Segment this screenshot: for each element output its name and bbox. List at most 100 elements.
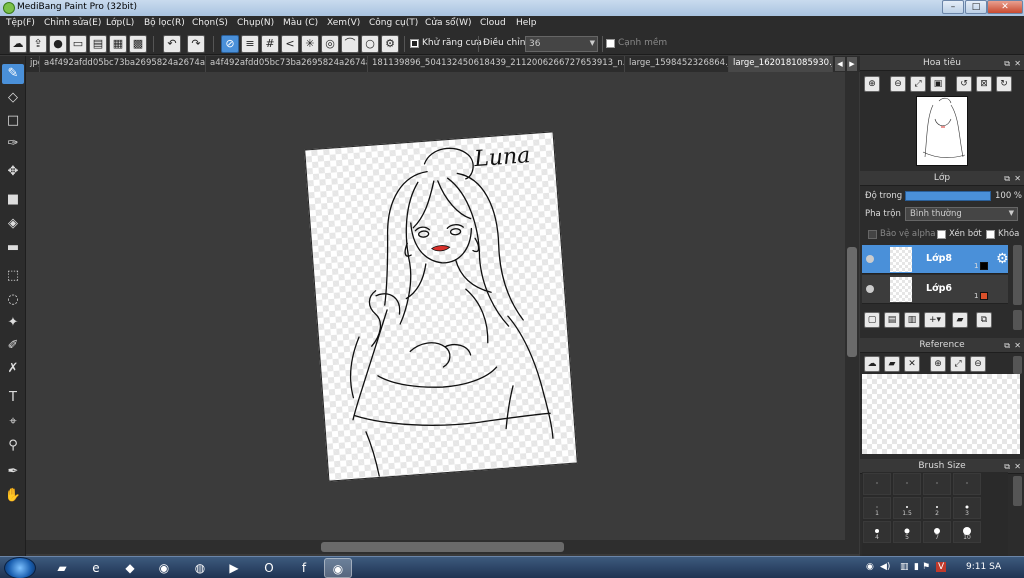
dot-tool-icon[interactable]: □: [2, 111, 24, 131]
close-button[interactable]: ✕: [987, 0, 1023, 14]
select-tool-icon[interactable]: ⬚: [2, 266, 24, 286]
no-snap-icon[interactable]: ⊘: [221, 35, 239, 53]
menu-file[interactable]: Tệp(F): [6, 18, 35, 28]
canvas-area[interactable]: Luna: [26, 72, 859, 540]
vertical-scrollbar[interactable]: [845, 72, 859, 540]
drawing-canvas[interactable]: Luna: [304, 131, 578, 482]
opera-tray-icon[interactable]: ◉: [866, 562, 874, 572]
eye-icon[interactable]: [866, 285, 874, 293]
close-icon[interactable]: ✕: [1014, 338, 1021, 353]
chat-icon[interactable]: ▭: [69, 35, 87, 53]
page-icon[interactable]: ▤: [89, 35, 107, 53]
maximize-button[interactable]: □: [965, 0, 987, 14]
correction-dropdown[interactable]: 36 ▼: [525, 36, 598, 52]
circle-snap-icon[interactable]: ○: [361, 35, 379, 53]
actual-size-icon[interactable]: ▣: [930, 76, 946, 92]
soft-edge-checkbox[interactable]: [606, 39, 615, 48]
brush-size-cell[interactable]: 7: [923, 521, 951, 543]
redo-icon[interactable]: ↷: [187, 35, 205, 53]
eraser-tool-icon[interactable]: ◇: [2, 88, 24, 108]
gradient-tool-icon[interactable]: ▬: [2, 238, 24, 258]
menu-select[interactable]: Chọn(S): [192, 18, 228, 28]
close-icon[interactable]: ✕: [1014, 171, 1021, 186]
text-tool-icon[interactable]: T: [2, 388, 24, 408]
start-button[interactable]: [4, 557, 36, 578]
lasso-tool-icon[interactable]: ◌: [2, 290, 24, 310]
volume-icon[interactable]: ◀): [880, 562, 890, 572]
eyedropper2-icon[interactable]: ✒: [2, 462, 24, 482]
pages-icon[interactable]: ▦: [109, 35, 127, 53]
popout-icon[interactable]: ⧉: [1004, 338, 1010, 353]
layer-row[interactable]: Lớp6 1: [862, 275, 1008, 304]
menu-help[interactable]: Help: [516, 18, 537, 28]
new-8bit-layer-icon[interactable]: ▥: [904, 312, 920, 328]
duplicate-layer-icon[interactable]: ⧉: [976, 312, 992, 328]
reset-rotate-icon[interactable]: ⊠: [976, 76, 992, 92]
signal-icon[interactable]: ▮: [914, 562, 919, 572]
menu-tools[interactable]: Công cụ(T): [369, 18, 418, 28]
scroll-thumb[interactable]: [321, 542, 564, 552]
zoom-in-icon[interactable]: ⊕: [930, 356, 946, 372]
brush-tool-icon[interactable]: ✎: [2, 64, 24, 84]
parallel-snap-icon[interactable]: ≡: [241, 35, 259, 53]
network-icon[interactable]: ▥: [900, 562, 909, 572]
curve-snap-icon[interactable]: ⌒: [341, 35, 359, 53]
facebook-icon[interactable]: f: [290, 558, 318, 578]
eye-icon[interactable]: [866, 255, 874, 263]
layers-scrollbar[interactable]: [1013, 245, 1022, 305]
divide-tool-icon[interactable]: ⌖: [2, 412, 24, 432]
tab[interactable]: jpg: [26, 56, 40, 72]
hand-tool-icon[interactable]: ✋: [2, 486, 24, 506]
minimize-button[interactable]: –: [942, 0, 964, 14]
move-tool-icon[interactable]: ✥: [2, 162, 24, 182]
panel-scrollbar[interactable]: [1013, 476, 1022, 506]
menu-view[interactable]: Xem(V): [327, 18, 360, 28]
ie-icon[interactable]: e: [82, 558, 110, 578]
navigator-thumbnail[interactable]: [916, 96, 968, 166]
folder-icon[interactable]: ▰: [952, 312, 968, 328]
scroll-thumb[interactable]: [847, 247, 857, 357]
brush-size-cell[interactable]: [863, 473, 891, 495]
open-folder-icon[interactable]: ▰: [884, 356, 900, 372]
brush-size-cell[interactable]: 5: [893, 521, 921, 543]
tab[interactable]: a4f492afdd05bc73ba2695824a2674a5.jpg: [40, 56, 206, 72]
protect-alpha-checkbox[interactable]: [868, 230, 877, 239]
brush-size-cell[interactable]: 4: [863, 521, 891, 543]
radial-snap-icon[interactable]: ✳: [301, 35, 319, 53]
menu-capture[interactable]: Chụp(N): [237, 18, 274, 28]
zoom-out-icon[interactable]: ⊖: [890, 76, 906, 92]
share-icon[interactable]: ⇪: [29, 35, 47, 53]
brush-size-cell[interactable]: 1.5: [893, 497, 921, 519]
eyedropper-tool-icon[interactable]: ⚲: [2, 436, 24, 456]
rotate-left-icon[interactable]: ↺: [956, 76, 972, 92]
zoom-out-icon[interactable]: ⊖: [970, 356, 986, 372]
zoom-in-icon[interactable]: ⊕: [864, 76, 880, 92]
opacity-slider[interactable]: [905, 191, 991, 201]
tab-next-icon[interactable]: ▶: [847, 57, 857, 71]
gear-icon[interactable]: ⚙: [996, 251, 1009, 267]
clock[interactable]: 9:11 SA: [966, 562, 1001, 572]
close-reference-icon[interactable]: ✕: [904, 356, 920, 372]
bucket-tool-icon[interactable]: ◈: [2, 214, 24, 234]
cloud-upload-icon[interactable]: ☁: [864, 356, 880, 372]
layer-row-selected[interactable]: Lớp8 1 ⚙: [862, 245, 1009, 274]
brush-size-cell[interactable]: [953, 473, 981, 495]
menu-filter[interactable]: Bộ lọc(R): [144, 18, 185, 28]
vanish-snap-icon[interactable]: <: [281, 35, 299, 53]
tab[interactable]: 181139896_504132450618439_21120062667276…: [368, 56, 625, 72]
brush-size-cell[interactable]: 2: [923, 497, 951, 519]
menu-window[interactable]: Cửa sổ(W): [425, 18, 471, 28]
chrome-icon[interactable]: ◉: [150, 558, 178, 578]
brush-size-cell[interactable]: 10: [953, 521, 981, 543]
flag-icon[interactable]: ⚑: [922, 562, 930, 572]
rotate-right-icon[interactable]: ↻: [996, 76, 1012, 92]
close-icon[interactable]: ✕: [1014, 56, 1021, 71]
brush-size-cell[interactable]: [893, 473, 921, 495]
popout-icon[interactable]: ⧉: [1004, 171, 1010, 186]
lock-checkbox[interactable]: [986, 230, 995, 239]
popout-icon[interactable]: ⧉: [1004, 56, 1010, 71]
select-eraser-icon[interactable]: ✗: [2, 359, 24, 379]
brush-size-cell[interactable]: [923, 473, 951, 495]
opera-icon[interactable]: O: [255, 558, 283, 578]
new-halftone-layer-icon[interactable]: ▤: [884, 312, 900, 328]
